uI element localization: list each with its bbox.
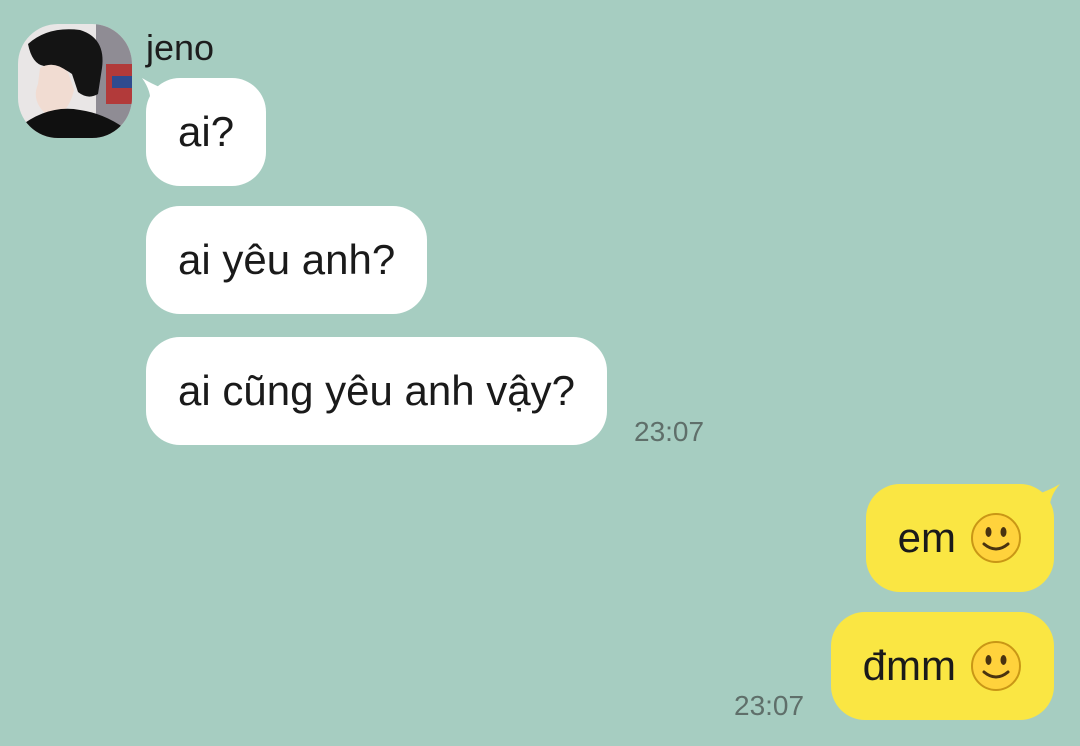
smiling-face-emoji-icon [970,640,1022,692]
incoming-message-bubble[interactable]: ai cũng yêu anh vậy? [146,337,607,445]
message-text: đmm [862,642,956,689]
message-text: em [897,514,956,561]
incoming-message-bubble[interactable]: ai? [146,78,267,186]
incoming-message-bubble[interactable]: ai yêu anh? [146,206,428,314]
smiling-face-emoji-icon [970,512,1022,564]
outgoing-message-bubble[interactable]: đmm [830,612,1054,720]
message-text: ai? [178,108,235,155]
outgoing-timestamp: 23:07 [734,690,805,721]
incoming-timestamp: 23:07 [634,416,705,447]
message-text: ai cũng yêu anh vậy? [178,367,575,414]
profile-photo-icon [18,24,132,138]
message-text: ai yêu anh? [178,236,396,283]
outgoing-message-bubble[interactable]: em [865,484,1054,592]
sender-name: jeno [146,27,215,68]
contact-avatar[interactable] [18,24,132,138]
